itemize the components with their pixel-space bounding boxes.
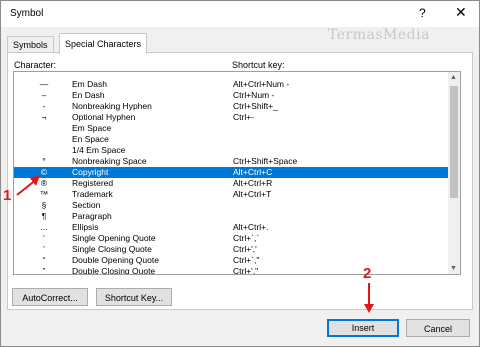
annotation-step-2: 2: [363, 265, 372, 282]
arrow-2-head: [364, 304, 374, 313]
tab-special-characters[interactable]: Special Characters: [59, 33, 148, 54]
annotation-step-1: 1: [3, 187, 12, 204]
